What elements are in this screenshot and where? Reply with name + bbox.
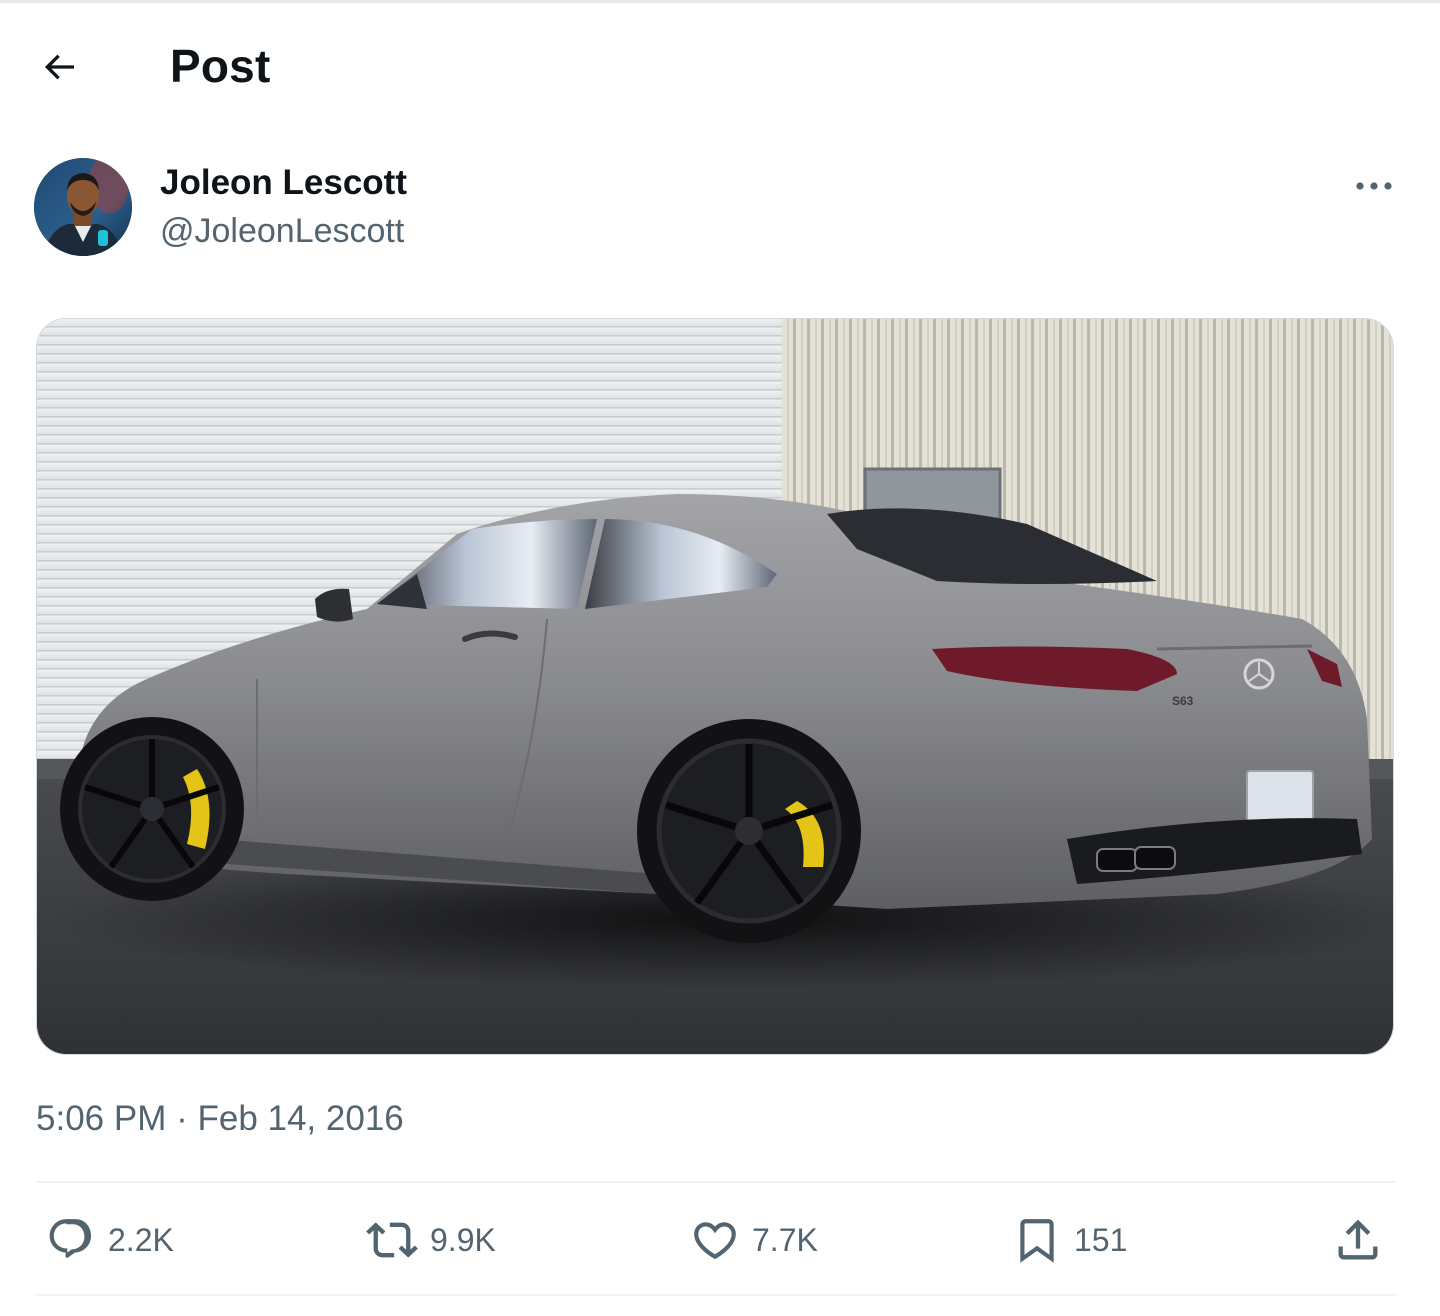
avatar-image: [34, 158, 132, 256]
share-button[interactable]: [1332, 1210, 1384, 1270]
reply-count: 2.2K: [108, 1221, 174, 1258]
heart-icon: [694, 1222, 736, 1260]
rear-wheel: [637, 719, 861, 943]
model-badge: S63: [1172, 694, 1194, 708]
post-date[interactable]: Feb 14, 2016: [197, 1099, 403, 1138]
post-author: Joleon Lescott @JoleonLescott: [0, 150, 1440, 270]
arrow-left-icon: [44, 54, 74, 80]
post-media-image[interactable]: S63: [36, 318, 1394, 1055]
speech-bubble-icon: [49, 1219, 92, 1258]
bookmark-button[interactable]: 151: [1012, 1210, 1127, 1270]
post-header: Post: [0, 0, 1440, 130]
page-title: Post: [170, 40, 271, 92]
car-photo: S63: [37, 319, 1393, 1054]
author-handle[interactable]: @JoleonLescott: [160, 210, 404, 252]
repost-button[interactable]: 9.9K: [366, 1210, 496, 1270]
bookmark-count: 151: [1074, 1221, 1128, 1258]
share-upload-icon: [1338, 1219, 1378, 1260]
bookmark-icon: [1020, 1219, 1054, 1263]
repost-count: 9.9K: [430, 1221, 496, 1258]
front-wheel: [60, 717, 244, 901]
like-count: 7.7K: [752, 1221, 818, 1258]
more-horizontal-icon: [1356, 182, 1392, 190]
back-button[interactable]: [30, 40, 88, 94]
repost-arrows-icon: [366, 1222, 418, 1258]
divider-top: [36, 1181, 1396, 1183]
post-time[interactable]: 5:06 PM: [36, 1099, 166, 1138]
author-display-name[interactable]: Joleon Lescott: [160, 162, 407, 204]
timestamp-separator: ·: [166, 1099, 198, 1138]
like-button[interactable]: 7.7K: [690, 1210, 818, 1270]
post-actions-bar: 2.2K 9.9K 7.7K 151: [0, 1186, 1440, 1294]
divider-bottom: [36, 1294, 1396, 1296]
avatar[interactable]: [34, 158, 132, 256]
post-timestamp[interactable]: 5:06 PM · Feb 14, 2016: [36, 1096, 404, 1142]
more-options-button[interactable]: [1348, 166, 1400, 206]
reply-button[interactable]: 2.2K: [46, 1210, 174, 1270]
